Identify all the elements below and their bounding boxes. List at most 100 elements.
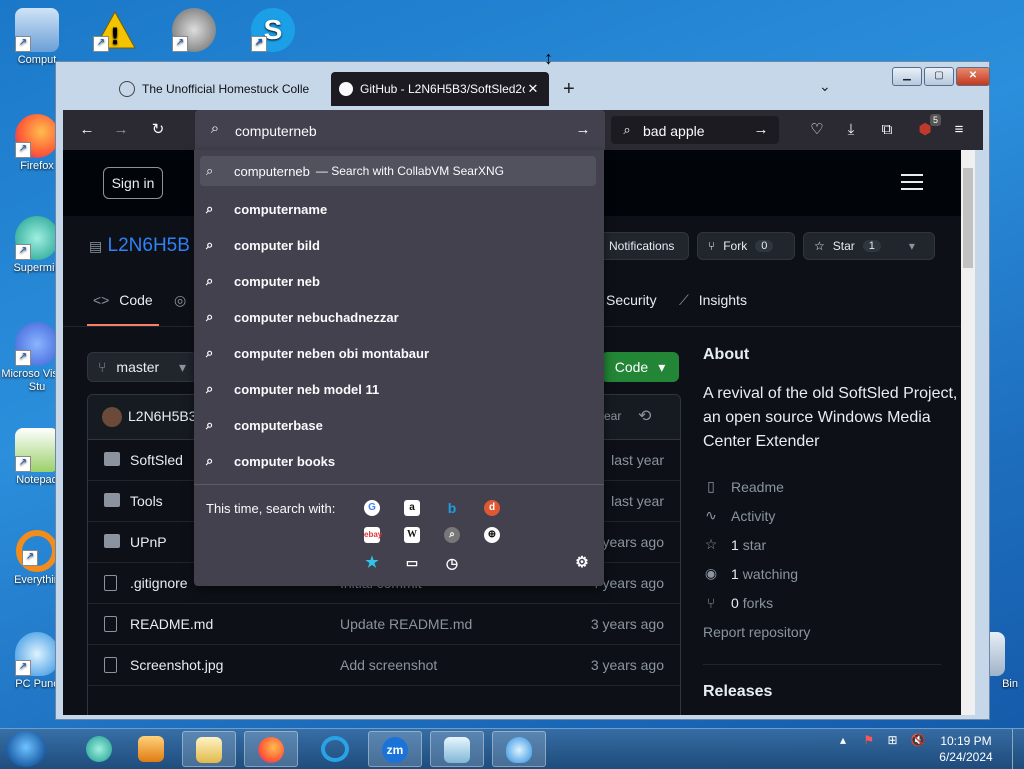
google-engine-icon[interactable]: G — [364, 500, 380, 516]
tab-insights[interactable]: ⟋ Insights — [679, 292, 747, 309]
history-icon[interactable]: ◷ — [444, 555, 460, 571]
tab-security[interactable]: Security — [606, 292, 657, 308]
page-scrollbar[interactable] — [961, 150, 975, 715]
file-row[interactable]: README.md Update README.md 3 years ago — [88, 604, 680, 645]
tabs-icon[interactable]: ▭ — [404, 555, 420, 571]
commit-author[interactable]: L2N6H5B3 — [128, 408, 197, 424]
search-icon: ⌕ — [206, 345, 214, 360]
issues-icon[interactable]: ◎ — [174, 292, 186, 309]
wikipedia-engine-icon[interactable]: W — [404, 527, 420, 543]
avatar[interactable] — [102, 407, 122, 427]
watching-link[interactable]: ◉ 1 watching — [703, 559, 963, 588]
fork-icon: ⑂ — [708, 239, 716, 253]
fork-button[interactable]: ⑂ Fork 0 — [697, 232, 795, 260]
notifications-button[interactable]: Notifications — [599, 232, 689, 260]
history-icon[interactable]: ⟲ — [638, 406, 651, 426]
downloads-icon[interactable]: ⤓ — [841, 120, 861, 140]
address-bar[interactable]: ⌕ → — [195, 110, 605, 150]
close-tab-button[interactable]: ✕ — [525, 81, 541, 97]
tab-homestuck[interactable]: The Unofficial Homestuck Colle — [111, 72, 328, 106]
reload-icon[interactable]: ↻ — [148, 120, 168, 140]
report-repository-link[interactable]: Report repository — [703, 617, 963, 646]
file-row[interactable]: Screenshot.jpg Add screenshot 3 years ag… — [88, 645, 680, 686]
stars-link[interactable]: ☆ 1 star — [703, 530, 963, 559]
suggestion-item[interactable]: ⌕ computer nebuchadnezzar — [200, 302, 596, 332]
search-go-icon[interactable]: → — [751, 120, 771, 140]
suggestion-item[interactable]: ⌕ computer books — [200, 446, 596, 476]
close-window-button[interactable]: ✕ — [956, 67, 990, 86]
forward-icon[interactable]: → — [111, 120, 131, 140]
taskbar-internet-explorer[interactable] — [308, 731, 362, 767]
fork-label: Fork — [723, 239, 748, 253]
tab-code[interactable]: <> Code — [93, 292, 153, 308]
releases-heading[interactable]: Releases — [703, 683, 772, 701]
code-dropdown-button[interactable]: Code ▾ — [601, 352, 679, 382]
bookmarks-icon[interactable]: ★ — [364, 555, 380, 571]
show-hidden-icons[interactable]: ▴ — [840, 733, 846, 747]
activity-link[interactable]: ∿ Activity — [703, 501, 963, 530]
scrollbar-thumb[interactable] — [963, 168, 973, 268]
taskbar-pc-punch[interactable] — [492, 731, 546, 767]
minimize-button[interactable]: ▁ — [892, 67, 922, 86]
star-dropdown-icon[interactable]: ▾ — [909, 239, 915, 253]
go-arrow-icon[interactable]: → — [573, 120, 593, 140]
action-center-icon[interactable]: ⚑ — [863, 733, 874, 747]
start-button[interactable] — [6, 731, 46, 767]
suggestion-item[interactable]: ⌕ computer neb model 11 — [200, 374, 596, 404]
hamburger-menu-icon[interactable] — [901, 174, 923, 195]
star-button[interactable]: ☆ Star 1 ▾ — [803, 232, 935, 260]
taskbar-supermium[interactable] — [72, 731, 126, 767]
branch-selector[interactable]: ⑂ master ▾ — [87, 352, 197, 382]
suggestion-item[interactable]: ⌕ computerbase — [200, 410, 596, 440]
extensions-icon[interactable]: ⧉ — [877, 120, 897, 140]
duckduckgo-engine-icon[interactable]: d — [484, 500, 500, 516]
readme-link[interactable]: ▯ Readme — [703, 472, 963, 501]
ebay-engine-icon[interactable]: ebay — [364, 527, 382, 543]
back-icon[interactable]: ← — [77, 120, 97, 140]
searxng-engine-icon[interactable]: ⌕ — [444, 527, 460, 543]
search-bar[interactable]: ⌕ → — [611, 116, 779, 144]
desktop-icon-computer[interactable]: ↗ Comput — [0, 8, 74, 66]
folder-icon — [104, 534, 120, 548]
menu-icon[interactable]: ≡ — [949, 120, 969, 140]
taskbar-zm[interactable]: zm — [368, 731, 422, 767]
suggestion-item[interactable]: ⌕ computer neb — [200, 266, 596, 296]
taskbar-explorer[interactable] — [182, 731, 236, 767]
taskbar-media-player[interactable] — [124, 731, 178, 767]
svg-text:!: ! — [110, 25, 120, 50]
repo-title[interactable]: ▤ L2N6H5B — [89, 235, 190, 257]
github-engine-icon[interactable]: ⊕ — [484, 527, 500, 543]
url-input[interactable] — [233, 120, 567, 142]
search-settings-gear-icon[interactable]: ⚙ — [574, 555, 590, 571]
network-icon[interactable]: ⊞ — [887, 733, 897, 747]
about-heading: About — [703, 346, 750, 363]
supermium-icon — [86, 736, 112, 762]
new-tab-button[interactable]: + — [563, 78, 575, 101]
list-tabs-button[interactable]: ⌄ — [819, 78, 831, 95]
suggestion-item[interactable]: ⌕ computer neben obi montabaur — [200, 338, 596, 368]
show-desktop-button[interactable] — [1012, 729, 1024, 769]
search-icon: ⌕ — [210, 120, 220, 137]
ublock-icon[interactable]: ⬢ 5 — [915, 114, 941, 140]
pocket-icon[interactable]: ♡ — [807, 120, 827, 140]
volume-muted-icon[interactable]: 🔇 — [911, 733, 926, 747]
repo-owner-link[interactable]: L2N6H5B — [108, 235, 190, 256]
clock[interactable]: 10:19 PM 6/24/2024 — [936, 733, 996, 765]
suggestion-item[interactable]: ⌕ computer bild — [200, 230, 596, 260]
sign-in-button[interactable]: Sign in — [103, 167, 163, 199]
search-input[interactable] — [641, 121, 755, 141]
insights-icon: ⟋ — [679, 292, 689, 308]
supermium-icon: ↗ — [15, 216, 59, 260]
taskbar-firefox[interactable] — [244, 731, 298, 767]
taskbar-notepad[interactable] — [430, 731, 484, 767]
desktop-icon-warning[interactable]: ! ↗ — [78, 8, 152, 54]
tab-github[interactable]: GitHub - L2N6H5B3/SoftSled2c ✕ — [331, 72, 549, 106]
maximize-button[interactable]: ▢ — [924, 67, 954, 86]
suggestion-search-with[interactable]: ⌕ computerneb — Search with CollabVM Sea… — [200, 156, 596, 186]
amazon-engine-icon[interactable]: a — [404, 500, 420, 516]
desktop-icon-gauge[interactable]: ↗ — [157, 8, 231, 54]
forks-link[interactable]: ⑂ 0 forks — [703, 588, 963, 617]
suggestion-item[interactable]: ⌕ computername — [200, 194, 596, 224]
desktop-icon-skype[interactable]: S ↗ — [236, 8, 310, 54]
bing-engine-icon[interactable]: b — [444, 500, 460, 516]
